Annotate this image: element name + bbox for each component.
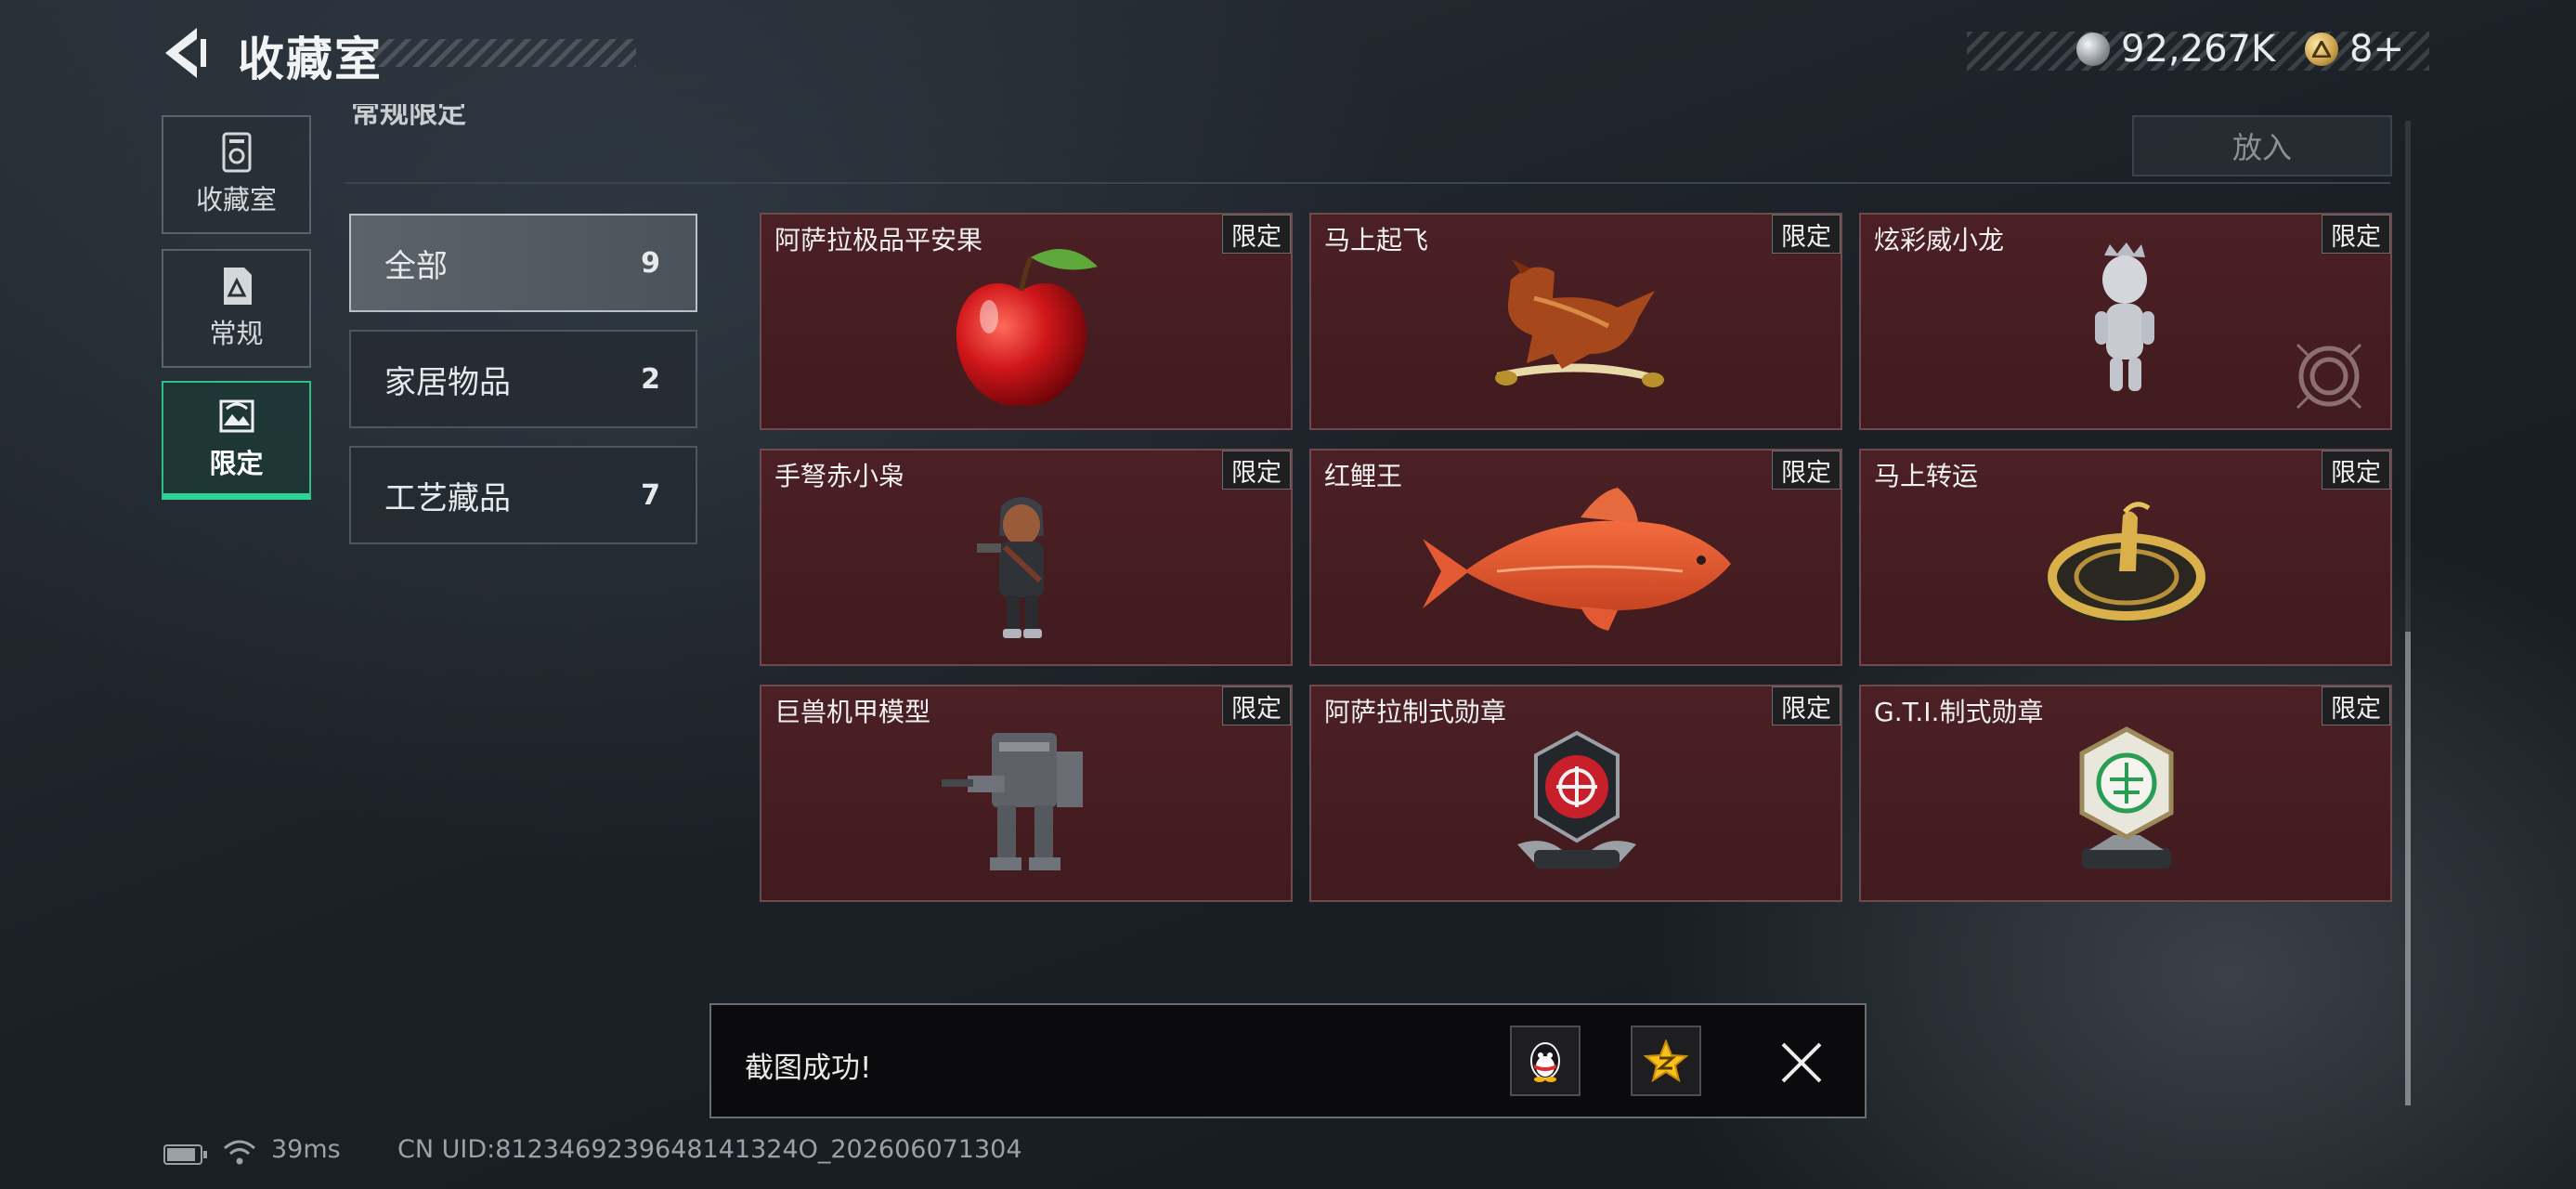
screenshot-toast: 截图成功! [709, 1003, 1867, 1118]
share-qq-button[interactable] [1510, 1026, 1581, 1096]
limited-badge: 限定 [1222, 686, 1291, 725]
category-label: 家居物品 [384, 363, 511, 401]
page-title: 收藏室 [238, 33, 383, 86]
category-all[interactable]: 全部 9 [349, 214, 697, 312]
image-frame-icon [219, 399, 254, 432]
item-name: 阿萨拉制式勋章 [1324, 697, 1507, 727]
battery-icon [163, 1144, 207, 1165]
nav-item-label: 常规 [209, 318, 264, 349]
limited-badge: 限定 [2322, 686, 2390, 725]
toast-message: 截图成功! [745, 1052, 872, 1085]
item-card[interactable]: G.T.I.制式勋章 限定 [1859, 685, 2392, 902]
category-label: 全部 [384, 247, 448, 285]
item-card[interactable]: 阿萨拉极品平安果 限定 [760, 213, 1293, 430]
item-card[interactable]: 红鲤王 限定 [1309, 449, 1842, 666]
nav-item-label: 限定 [209, 447, 264, 479]
item-name: 炫彩威小龙 [1874, 225, 2005, 255]
currency-silver[interactable]: 92,267K [2076, 28, 2275, 71]
item-name: G.T.I.制式勋章 [1874, 697, 2044, 727]
category-count: 2 [641, 362, 660, 396]
silver-coin-icon [2076, 33, 2110, 66]
currency-silver-value: 92,267K [2121, 28, 2276, 71]
limited-badge: 限定 [1222, 215, 1291, 254]
item-name: 阿萨拉极品平安果 [774, 225, 983, 255]
nav-item-label: 收藏室 [195, 184, 277, 216]
wifi-icon [224, 1140, 255, 1165]
item-card[interactable]: 马上起飞 限定 [1309, 213, 1842, 430]
item-name: 马上起飞 [1324, 225, 1429, 255]
document-icon [223, 268, 252, 305]
nav-item-collection-room[interactable]: 收藏室 [162, 115, 311, 234]
limited-badge: 限定 [2322, 451, 2390, 490]
item-name: 红鲤王 [1324, 461, 1403, 491]
section-title: 常规限定 [351, 104, 466, 130]
nav-item-regular[interactable]: 常规 [162, 249, 311, 368]
limited-badge: 限定 [1772, 451, 1841, 490]
qq-penguin-icon [1530, 1042, 1560, 1082]
item-card[interactable]: 阿萨拉制式勋章 限定 [1309, 685, 1842, 902]
uid-label: CN UID:8123469239648141324O_202606071304 [397, 1135, 1022, 1164]
item-name: 手弩赤小枭 [774, 461, 905, 491]
ping-label: 39ms [271, 1135, 341, 1164]
qzone-star-icon [1644, 1039, 1688, 1082]
item-card[interactable]: 炫彩威小龙 限定 [1859, 213, 2392, 430]
nav-item-limited[interactable]: 限定 [162, 381, 311, 500]
category-home-items[interactable]: 家居物品 2 [349, 330, 697, 428]
limited-badge: 限定 [1222, 451, 1291, 490]
item-card[interactable]: 巨兽机甲模型 限定 [760, 685, 1293, 902]
title-decoration [371, 39, 636, 67]
scrollbar-thumb[interactable] [2405, 632, 2411, 1105]
item-card[interactable]: 手弩赤小枭 限定 [760, 449, 1293, 666]
limited-badge: 限定 [1772, 215, 1841, 254]
limited-badge: 限定 [2322, 215, 2390, 254]
item-card[interactable]: 马上转运 限定 [1859, 449, 2392, 666]
category-label: 工艺藏品 [384, 479, 511, 517]
put-in-button[interactable]: 放入 [2132, 115, 2392, 176]
trophy-icon [222, 132, 251, 173]
section-divider [345, 182, 2390, 184]
currency-gold-value: 8+ [2349, 28, 2404, 71]
share-qzone-button[interactable] [1631, 1026, 1701, 1096]
limited-badge: 限定 [1772, 686, 1841, 725]
category-count: 7 [641, 478, 660, 512]
back-arrow-icon[interactable] [160, 26, 208, 80]
currency-gold[interactable]: 8+ [2305, 28, 2404, 71]
category-crafts[interactable]: 工艺藏品 7 [349, 446, 697, 544]
close-icon[interactable] [1776, 1037, 1828, 1089]
category-count: 9 [641, 246, 660, 280]
gold-triangle-coin-icon [2305, 33, 2338, 66]
item-name: 马上转运 [1874, 461, 1979, 491]
item-name: 巨兽机甲模型 [774, 697, 931, 727]
